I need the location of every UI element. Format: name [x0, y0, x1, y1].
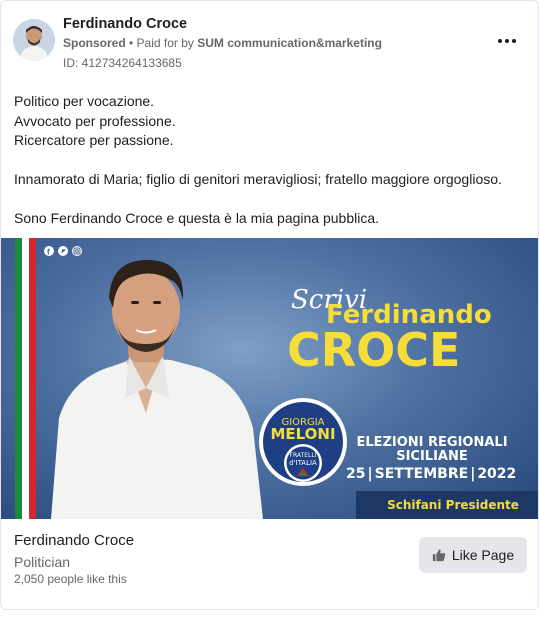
page-name-link[interactable]: Ferdinando Croce [63, 16, 187, 32]
sponsored-line: Sponsored • Paid for by SUM communicatio… [63, 36, 382, 50]
more-dot [505, 39, 509, 43]
date-year: 2022 [477, 466, 516, 482]
cta-page-name[interactable]: Ferdinando Croce [14, 532, 134, 549]
ad-card: Ferdinando Croce Sponsored • Paid for by… [0, 0, 539, 610]
post-line: Sono Ferdinando Croce e questa è la mia … [14, 210, 380, 226]
flag-stripe-red [29, 238, 36, 519]
svg-text:f: f [47, 248, 50, 257]
more-horizontal-icon [498, 39, 502, 43]
date-day: 25 [346, 466, 365, 482]
flag-stripe-green [15, 238, 22, 519]
svg-text:FRATELLI: FRATELLI [290, 452, 317, 459]
more-options-button[interactable] [494, 31, 520, 51]
facebook-icon: f [44, 246, 54, 257]
instagram-icon [72, 246, 82, 256]
cta-category: Politician [14, 554, 71, 570]
paid-for-prefix: Paid for by [136, 36, 198, 50]
candidate-photo [51, 260, 263, 519]
flag-stripe-white [22, 238, 29, 519]
like-page-button[interactable]: Like Page [419, 537, 527, 573]
twitter-icon [58, 246, 68, 256]
avatar[interactable] [13, 19, 55, 61]
payer-link[interactable]: SUM communication&marketing [197, 36, 382, 50]
post-text: Politico per vocazione. Avvocato per pro… [14, 92, 526, 229]
sponsored-label: Sponsored [63, 36, 126, 50]
election-date: 25 | SETTEMBRE | 2022 [346, 466, 516, 482]
post-line: Avvocato per professione. [14, 112, 176, 129]
post-line: Innamorato di Maria; figlio di genitori … [14, 171, 502, 187]
ad-id: ID: 412734264133685 [63, 56, 182, 70]
separator: • [125, 36, 137, 50]
date-month: SETTEMBRE [375, 466, 469, 482]
more-dot [512, 39, 516, 43]
cta-bar: Ferdinando Croce Politician 2,050 people… [1, 519, 538, 609]
election-line-1: ELEZIONI REGIONALI [356, 435, 507, 450]
svg-text:MELONI: MELONI [270, 425, 335, 443]
ad-creative-image[interactable]: f Scrivi Ferdinando CROCE GIORGIA MELONI… [1, 238, 538, 519]
creative-last-name: CROCE [287, 323, 460, 377]
post-header: Ferdinando Croce Sponsored • Paid for by… [13, 15, 526, 71]
creative-footer-text: Schifani Presidente [387, 498, 519, 512]
thumbs-up-icon [432, 549, 446, 562]
like-page-label: Like Page [451, 547, 515, 563]
post-line: Ricercatore per passione. [14, 132, 174, 148]
cta-like-count: 2,050 people like this [14, 572, 127, 586]
post-line-gap [14, 151, 526, 171]
svg-text:d'ITALIA: d'ITALIA [289, 459, 317, 467]
party-logo: GIORGIA MELONI FRATELLI d'ITALIA [259, 398, 347, 486]
election-line-2: SICILIANE [396, 449, 468, 464]
post-line: Politico per vocazione. [14, 93, 155, 109]
post-line-gap [14, 190, 526, 210]
